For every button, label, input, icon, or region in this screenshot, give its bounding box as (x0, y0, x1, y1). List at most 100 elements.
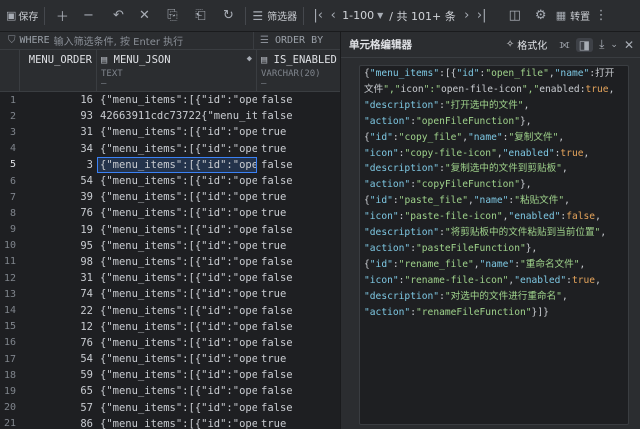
table-row[interactable]: 18 59 {"menu_items":[{"id":"open_ false (0, 367, 340, 383)
last-page-icon[interactable]: ›| (474, 8, 490, 23)
cell-menu-order[interactable]: 31 (20, 270, 97, 286)
row-number[interactable]: 1 (0, 92, 20, 108)
cell-menu-json[interactable]: 42663911cdc73722{"menu_ite (97, 108, 257, 124)
table-row[interactable]: 19 65 {"menu_items":[{"id":"open_ false (0, 383, 340, 399)
cell-menu-order[interactable]: 39 (20, 189, 97, 205)
cell-is-enabled[interactable]: false (257, 157, 340, 173)
export-button[interactable]: ⎗ (189, 4, 211, 28)
next-page-icon[interactable]: › (460, 8, 474, 23)
cell-menu-order[interactable]: 54 (20, 351, 97, 367)
cell-menu-json[interactable]: {"menu_items":[{"id":"open_ (97, 367, 257, 383)
cell-menu-json[interactable]: {"menu_items":[{"id":"open_ (97, 173, 257, 189)
prev-page-icon[interactable]: ‹ (326, 8, 340, 23)
page-range[interactable]: 1-100 (342, 9, 374, 22)
cell-menu-json[interactable]: {"menu_items":[{"id":"open_ (97, 189, 257, 205)
table-row[interactable]: 1 16 {"menu_items":[{"id":"open_ false (0, 92, 340, 108)
cell-is-enabled[interactable]: false (257, 254, 340, 270)
table-row[interactable]: 14 22 {"menu_items":[{"id":"open_ false (0, 302, 340, 318)
cell-is-enabled[interactable]: true (257, 189, 340, 205)
column-header-menu-json[interactable]: ▤ MENU_JSON ◆ TEXT — (97, 50, 257, 91)
order-by-input[interactable]: ☰ ORDER BY (254, 35, 323, 46)
cell-menu-order[interactable]: 76 (20, 205, 97, 221)
cell-is-enabled[interactable]: false (257, 335, 340, 351)
cell-is-enabled[interactable]: false (257, 173, 340, 189)
cell-menu-order[interactable]: 31 (20, 124, 97, 140)
transpose-button[interactable]: ▦ 转置 (556, 4, 590, 28)
cell-menu-order[interactable]: 57 (20, 400, 97, 416)
undo-button[interactable]: ↶ (107, 4, 129, 28)
cell-is-enabled[interactable]: false (257, 302, 340, 318)
cell-menu-order[interactable]: 16 (20, 92, 97, 108)
cell-is-enabled[interactable]: false (257, 270, 340, 286)
wrap-icon[interactable]: ⟗ (559, 37, 570, 52)
row-number[interactable]: 17 (0, 351, 20, 367)
chevron-down-icon[interactable]: ⌄ (610, 40, 618, 50)
row-number[interactable]: 10 (0, 238, 20, 254)
cell-menu-order[interactable]: 34 (20, 141, 97, 157)
cell-menu-order[interactable]: 65 (20, 383, 97, 399)
row-number[interactable]: 7 (0, 189, 20, 205)
cell-is-enabled[interactable]: true (257, 205, 340, 221)
more-button[interactable]: ⋮ (594, 4, 608, 28)
sort-icon[interactable]: ◆ (247, 54, 252, 64)
row-number[interactable]: 16 (0, 335, 20, 351)
row-number[interactable]: 13 (0, 286, 20, 302)
row-number[interactable]: 8 (0, 205, 20, 221)
cell-is-enabled[interactable]: true (257, 351, 340, 367)
row-number[interactable]: 2 (0, 108, 20, 124)
table-row[interactable]: 8 76 {"menu_items":[{"id":"open_ true (0, 205, 340, 221)
cell-menu-order[interactable]: 86 (20, 416, 97, 429)
table-row[interactable]: 21 86 {"menu_items":[{"id":"open_ true (0, 416, 340, 429)
cell-is-enabled[interactable]: true (257, 416, 340, 429)
cell-menu-json[interactable]: {"menu_items":[{"id":"open (97, 156, 257, 173)
cell-menu-json[interactable]: {"menu_items":[{"id":"open_ (97, 302, 257, 318)
refresh-button[interactable]: ↻ (217, 4, 239, 28)
cell-is-enabled[interactable]: false (257, 222, 340, 238)
row-number[interactable]: 4 (0, 141, 20, 157)
cell-menu-json[interactable]: {"menu_items":[{"id":"open_ (97, 124, 257, 140)
cell-menu-json[interactable]: {"menu_items":[{"id":"open_ (97, 270, 257, 286)
cell-menu-json[interactable]: {"menu_items":[{"id":"open_ (97, 222, 257, 238)
where-filter-input[interactable]: ⛉ WHERE 输入筛选条件, 按 Enter 执行 (0, 32, 254, 49)
table-row[interactable]: 6 54 {"menu_items":[{"id":"open_ false (0, 173, 340, 189)
import-button[interactable]: ⎘ (161, 4, 183, 28)
cell-is-enabled[interactable]: true (257, 141, 340, 157)
split-icon[interactable]: ◨ (575, 37, 594, 52)
json-editor[interactable]: {"menu_items":[{"id":"open_file","name":… (359, 65, 629, 425)
first-page-icon[interactable]: |‹ (310, 8, 326, 23)
table-row[interactable]: 3 31 {"menu_items":[{"id":"open_ true (0, 124, 340, 140)
table-row[interactable]: 20 57 {"menu_items":[{"id":"open_ false (0, 400, 340, 416)
cell-menu-order[interactable]: 74 (20, 286, 97, 302)
table-row[interactable]: 17 54 {"menu_items":[{"id":"open_ true (0, 351, 340, 367)
table-row[interactable]: 15 12 {"menu_items":[{"id":"open_ false (0, 319, 340, 335)
cell-is-enabled[interactable]: true (257, 286, 340, 302)
settings-button[interactable]: ⚙ (530, 4, 552, 28)
cell-is-enabled[interactable]: true (257, 124, 340, 140)
table-row[interactable]: 5 3 {"menu_items":[{"id":"open false (0, 156, 340, 173)
cell-menu-json[interactable]: {"menu_items":[{"id":"open_ (97, 205, 257, 221)
column-header-menu-order[interactable]: MENU_ORDER (20, 50, 97, 91)
remove-row-button[interactable]: − (77, 4, 99, 28)
cell-menu-order[interactable]: 95 (20, 238, 97, 254)
cell-is-enabled[interactable]: false (257, 367, 340, 383)
table-row[interactable]: 13 74 {"menu_items":[{"id":"open_ true (0, 286, 340, 302)
row-number[interactable]: 14 (0, 302, 20, 318)
chevron-down-icon[interactable]: ▼ (377, 11, 383, 20)
cell-menu-json[interactable]: {"menu_items":[{"id":"open_ (97, 416, 257, 429)
cell-menu-json[interactable]: {"menu_items":[{"id":"open_ (97, 383, 257, 399)
cell-menu-json[interactable]: {"menu_items":[{"id":"open_ (97, 351, 257, 367)
table-row[interactable]: 4 34 {"menu_items":[{"id":"open_ true (0, 141, 340, 157)
table-row[interactable]: 16 76 {"menu_items":[{"id":"open_ false (0, 335, 340, 351)
row-number[interactable]: 15 (0, 319, 20, 335)
filter-button[interactable]: ☰ 筛选器 (252, 4, 297, 28)
add-row-button[interactable]: ＋ (51, 4, 73, 28)
format-button[interactable]: ✧ 格式化 (506, 37, 547, 52)
cell-menu-order[interactable]: 19 (20, 222, 97, 238)
cell-is-enabled[interactable]: false (257, 400, 340, 416)
row-number[interactable]: 5 (0, 157, 20, 173)
cell-is-enabled[interactable]: true (257, 238, 340, 254)
table-row[interactable]: 7 39 {"menu_items":[{"id":"open_ true (0, 189, 340, 205)
cell-menu-json[interactable]: {"menu_items":[{"id":"open_ (97, 286, 257, 302)
cell-menu-order[interactable]: 98 (20, 254, 97, 270)
cell-menu-json[interactable]: {"menu_items":[{"id":"open_ (97, 254, 257, 270)
